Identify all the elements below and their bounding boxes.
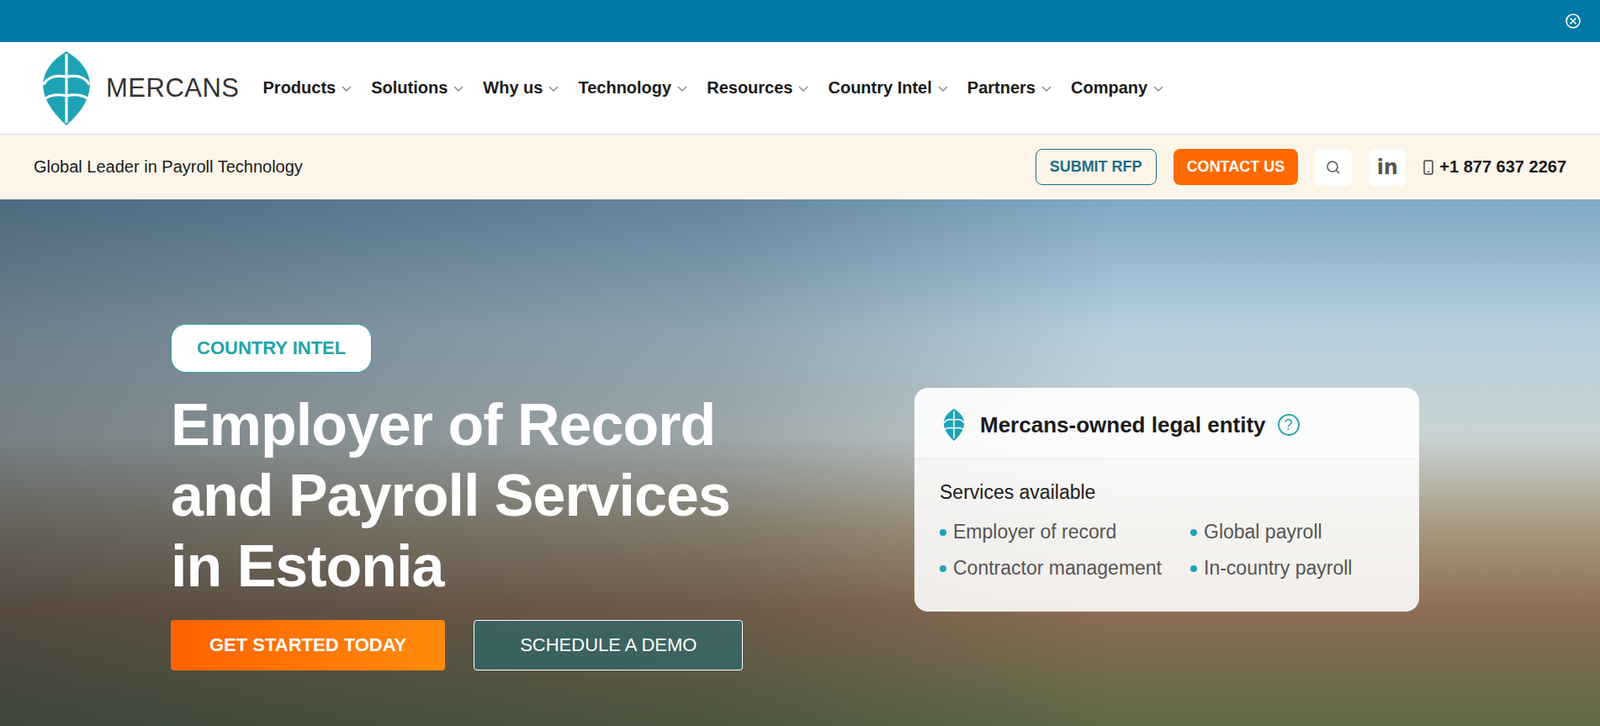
chevron-down-icon: [340, 83, 353, 94]
nav-item[interactable]: Why us: [482, 78, 560, 98]
service-item: Employer of record: [939, 520, 1191, 544]
get-started-button[interactable]: GET STARTED TODAY: [170, 619, 446, 671]
card-header: Mercans-owned legal entity?: [914, 387, 1420, 460]
nav-label[interactable]: Company: [1070, 78, 1148, 98]
nav-item[interactable]: Resources: [706, 78, 810, 98]
service-item: Contractor management: [939, 556, 1191, 580]
tagline: Global Leader in Payroll Technology: [33, 157, 303, 177]
nav-label[interactable]: Technology: [577, 78, 672, 98]
nav-item[interactable]: Technology: [577, 78, 689, 98]
nav-item[interactable]: Country Intel: [827, 78, 949, 98]
nav-label[interactable]: Country Intel: [827, 78, 932, 98]
service-label: Global payroll: [1203, 520, 1323, 544]
nav-item[interactable]: Company: [1070, 78, 1165, 98]
linkedin-icon[interactable]: in: [1377, 155, 1399, 180]
title-line: and Payroll Services: [170, 460, 731, 531]
hero-title: Employer of Recordand Payroll Servicesin…: [170, 389, 731, 602]
schedule-demo-button[interactable]: SCHEDULE A DEMO: [473, 619, 743, 671]
country-intel-badge: COUNTRY INTEL: [170, 323, 372, 373]
card-title: Mercans-owned legal entity: [980, 412, 1267, 439]
services-list: Employer of record Global payroll Contract…: [939, 520, 1394, 580]
nav-label[interactable]: Resources: [706, 78, 793, 98]
service-label: Employer of record: [953, 520, 1117, 544]
services-heading: Services available: [939, 481, 1394, 504]
search-button[interactable]: [1314, 148, 1352, 186]
chevron-down-icon: [1040, 83, 1053, 94]
chevron-down-icon: [937, 83, 949, 94]
submit-rfp-button[interactable]: SUBMIT RFP: [1035, 148, 1157, 186]
hero-buttons: GET STARTED TODAY SCHEDULE A DEMO: [170, 619, 743, 671]
bullet-icon: [1190, 529, 1198, 536]
nav-label[interactable]: Solutions: [370, 78, 448, 98]
nav-item[interactable]: Products: [263, 78, 354, 98]
chevron-down-icon: [676, 83, 689, 94]
nav-label[interactable]: Products: [263, 78, 337, 98]
service-label: In-country payroll: [1203, 556, 1352, 580]
nav-label[interactable]: Partners: [967, 78, 1036, 98]
nav-label[interactable]: Why us: [482, 78, 543, 98]
service-label: Contractor management: [953, 556, 1162, 580]
chevron-down-icon: [452, 83, 465, 94]
close-icon[interactable]: [1564, 12, 1582, 30]
nav-item[interactable]: Solutions: [370, 78, 465, 98]
contact-us-button[interactable]: CONTACT US: [1173, 148, 1299, 186]
phone[interactable]: +1 877 637 2267: [1422, 157, 1567, 177]
sub-bar: Global Leader in Payroll Technology SUBMI…: [0, 134, 1600, 200]
linkedin-button[interactable]: in: [1368, 148, 1406, 186]
bullet-icon: [1190, 565, 1198, 573]
logo-icon: [33, 50, 100, 127]
chevron-down-icon: [1152, 83, 1165, 94]
announcement-bar: [0, 0, 1600, 43]
service-item: Global payroll: [1190, 520, 1394, 544]
header-actions: SUBMIT RFP CONTACT US in +1 877 637 2267: [1035, 148, 1567, 186]
title-line: Employer of Record: [170, 389, 731, 461]
card-body: Services available Employer of record Glob…: [914, 459, 1420, 612]
hero: COUNTRY INTEL Employer of Recordand Payro…: [0, 199, 1600, 726]
search-icon: [1325, 159, 1341, 175]
nav-item[interactable]: Partners: [967, 78, 1053, 98]
bullet-icon: [939, 565, 947, 573]
chevron-down-icon: [797, 83, 810, 94]
nav-list: Products Solutions Why us Technology Resourc…: [263, 78, 1166, 98]
chevron-down-icon: [547, 83, 560, 94]
title-line: in Estonia: [170, 530, 731, 602]
hero-text: COUNTRY INTEL Employer of Recordand Payro…: [170, 323, 743, 671]
help-icon[interactable]: ?: [1277, 413, 1300, 436]
logo-icon: [939, 407, 969, 442]
service-item: In-country payroll: [1190, 556, 1394, 580]
logo-text[interactable]: MERCANS: [105, 73, 240, 104]
phone-icon: [1422, 159, 1435, 175]
phone-number[interactable]: +1 877 637 2267: [1439, 157, 1567, 177]
hero-content: COUNTRY INTEL Employer of Recordand Payro…: [0, 199, 1600, 671]
entity-card: Mercans-owned legal entity?Services avai…: [914, 387, 1420, 612]
logo[interactable]: MERCANS: [33, 50, 240, 127]
bullet-icon: [939, 529, 947, 536]
main-nav: MERCANS Products Solutions Why us Technology…: [0, 42, 1600, 135]
